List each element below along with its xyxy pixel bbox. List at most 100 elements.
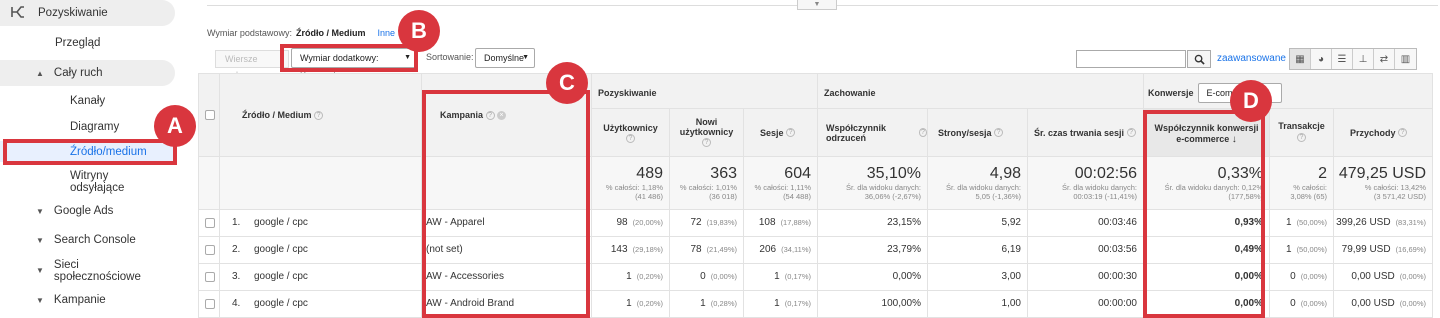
sidebar-item-label: Search Console [53, 234, 136, 246]
column-header-label: Współczynnik odrzuceń [826, 122, 887, 143]
cell-value: 72 [690, 217, 702, 228]
table-cell-source: 3. google / cpc [220, 264, 422, 291]
sidebar-item-referrals[interactable]: Witryny odsyłające [0, 168, 150, 196]
table-cell-bounce: 23,15% [818, 210, 928, 237]
cell-percent: (17,88%) [780, 218, 811, 227]
help-icon[interactable]: ? [1126, 128, 1136, 137]
column-header-label: Źródło / Medium [242, 110, 312, 120]
sidebar-item-google-ads[interactable]: ▼ Google Ads [0, 201, 175, 221]
row-checkbox[interactable] [205, 272, 215, 282]
row-checkbox[interactable] [205, 299, 215, 309]
comparison-view-icon[interactable]: ⊥ [1353, 49, 1374, 69]
select-all-checkbox[interactable] [205, 110, 215, 120]
caret-down-icon: ▼ [36, 206, 44, 216]
table-cell-new-users: 72 (19,83%) [670, 210, 744, 237]
totals-share: % całości: 13,42% [1364, 183, 1426, 192]
row-checkbox-cell [198, 264, 220, 291]
cell-value: 98 [616, 217, 628, 228]
pivot-view-icon[interactable]: ▥ [1395, 49, 1416, 69]
annotation-box-d [1143, 110, 1265, 318]
cell-value: 1 [774, 298, 780, 309]
totals-transactions: 2 % całości: 3,08% (65) [1270, 157, 1334, 210]
column-header-transactions[interactable]: Transakcje? [1270, 109, 1334, 157]
column-header-avg-duration[interactable]: Śr. czas trwania sesji ? [1028, 109, 1144, 157]
column-header-source[interactable]: Źródło / Medium ? [220, 73, 422, 157]
sidebar-item-all-traffic[interactable]: ▲ Cały ruch [0, 60, 175, 86]
performance-view-icon[interactable]: ☰ [1332, 49, 1353, 69]
column-header-pages-per-session[interactable]: Strony/sesja ? [928, 109, 1028, 157]
cell-percent: (0,00%) [1399, 299, 1426, 308]
sidebar-item-overview[interactable]: Przegląd [0, 33, 175, 53]
cell-value: 0 [700, 271, 706, 282]
help-icon[interactable]: ? [626, 134, 635, 144]
cell-percent: (21,49%) [706, 245, 737, 254]
table-cell-sessions: 1 (0,17%) [744, 291, 818, 318]
table-cell-revenue: 79,99 USD (16,69%) [1334, 237, 1433, 264]
source-medium-link[interactable]: google / cpc [254, 244, 308, 255]
sidebar-section-acquisition[interactable]: Pozyskiwanie [0, 0, 175, 26]
column-header-label: Śr. czas trwania sesji [1034, 127, 1125, 138]
source-medium-link[interactable]: google / cpc [254, 271, 308, 282]
table-cell-bounce: 0,00% [818, 264, 928, 291]
group-header-behavior: Zachowanie [818, 73, 1144, 109]
sidebar-item-campaigns[interactable]: ▼ Kampanie [0, 290, 175, 310]
advanced-filter-link[interactable]: zaawansowane [1217, 53, 1286, 64]
row-checkbox-cell [198, 237, 220, 264]
column-header-label: Transakcje [1278, 121, 1325, 131]
help-icon[interactable]: ? [786, 128, 796, 137]
cell-value: 1 [1286, 217, 1292, 228]
cell-value: 0 [1290, 298, 1296, 309]
column-header-new-users[interactable]: Nowi użytkownicy? [670, 109, 744, 157]
search-button[interactable] [1187, 50, 1211, 68]
sidebar-item-channels[interactable]: Kanały [0, 91, 175, 111]
sidebar-item-label: Witryny odsyłające [70, 170, 125, 194]
totals-avg-duration: 00:02:56 Śr. dla widoku danych: 00:03:19… [1028, 157, 1144, 210]
sidebar-item-social[interactable]: ▼ Sieci społecznościowe [0, 256, 160, 286]
totals-share: % całości: 1,01% [679, 183, 737, 192]
report-panel: ▼ Wymiar podstawowy: Źródło / Medium Inn… [198, 0, 1440, 318]
cell-percent: (0,17%) [784, 272, 811, 281]
source-medium-link[interactable]: google / cpc [254, 298, 308, 309]
group-header-label: Konwersje [1148, 88, 1194, 98]
column-header-sessions[interactable]: Sesje ? [744, 109, 818, 157]
help-icon[interactable]: ? [918, 128, 927, 137]
sidebar-item-label: Przegląd [55, 37, 101, 49]
annotation-badge-d: D [1230, 80, 1272, 122]
column-header-revenue[interactable]: Przychody ? [1334, 109, 1433, 157]
totals-bounce-rate: 35,10% Śr. dla widoku danych: 36,06% (-2… [818, 157, 928, 210]
pie-view-icon[interactable]: ◕ [1311, 49, 1332, 69]
help-icon[interactable]: ? [1398, 128, 1408, 137]
cell-value: 00:03:46 [1098, 217, 1137, 228]
cell-value: 23,15% [887, 217, 921, 228]
cell-value: 00:00:30 [1098, 271, 1137, 282]
row-checkbox[interactable] [205, 218, 215, 228]
source-medium-link[interactable]: google / cpc [254, 217, 308, 228]
table-search-input[interactable] [1076, 50, 1186, 68]
table-view-icon[interactable]: ▦ [1290, 49, 1311, 69]
help-icon[interactable]: ? [702, 138, 711, 148]
totals-users: 489 % całości: 1,18% (41 486) [592, 157, 670, 210]
help-icon[interactable]: ? [994, 128, 1004, 137]
sidebar-item-treemaps[interactable]: Diagramy [0, 117, 175, 137]
caret-down-icon: ▼ [36, 295, 44, 305]
caret-down-icon: ▼ [522, 54, 529, 61]
annotation-badge-a: A [154, 105, 196, 147]
cell-percent: (50,00%) [1296, 218, 1327, 227]
sidebar-item-search-console[interactable]: ▼ Search Console [0, 230, 175, 250]
column-header-bounce-rate[interactable]: Współczynnik odrzuceń ? [818, 109, 928, 157]
sort-dropdown[interactable]: Domyślne ▼ [475, 48, 535, 68]
totals-value: 00:02:56 [1074, 165, 1137, 182]
other-dimension-link[interactable]: Inne [377, 28, 395, 39]
row-index: 3. [232, 271, 241, 282]
collapse-chart-button[interactable]: ▼ [797, 0, 837, 10]
plot-rows-button[interactable]: Wiersze wykresu [215, 50, 289, 80]
table-cell-bounce: 100,00% [818, 291, 928, 318]
column-header-users[interactable]: Użytkownicy? [592, 109, 670, 157]
help-icon[interactable]: ? [314, 110, 324, 120]
term-cloud-icon[interactable]: ⇄ [1374, 49, 1395, 69]
primary-dimension-value[interactable]: Źródło / Medium [296, 28, 366, 39]
help-icon[interactable]: ? [1297, 133, 1306, 143]
table-cell-users: 1 (0,20%) [592, 264, 670, 291]
row-checkbox[interactable] [205, 245, 215, 255]
cell-value: 6,19 [1001, 244, 1021, 255]
